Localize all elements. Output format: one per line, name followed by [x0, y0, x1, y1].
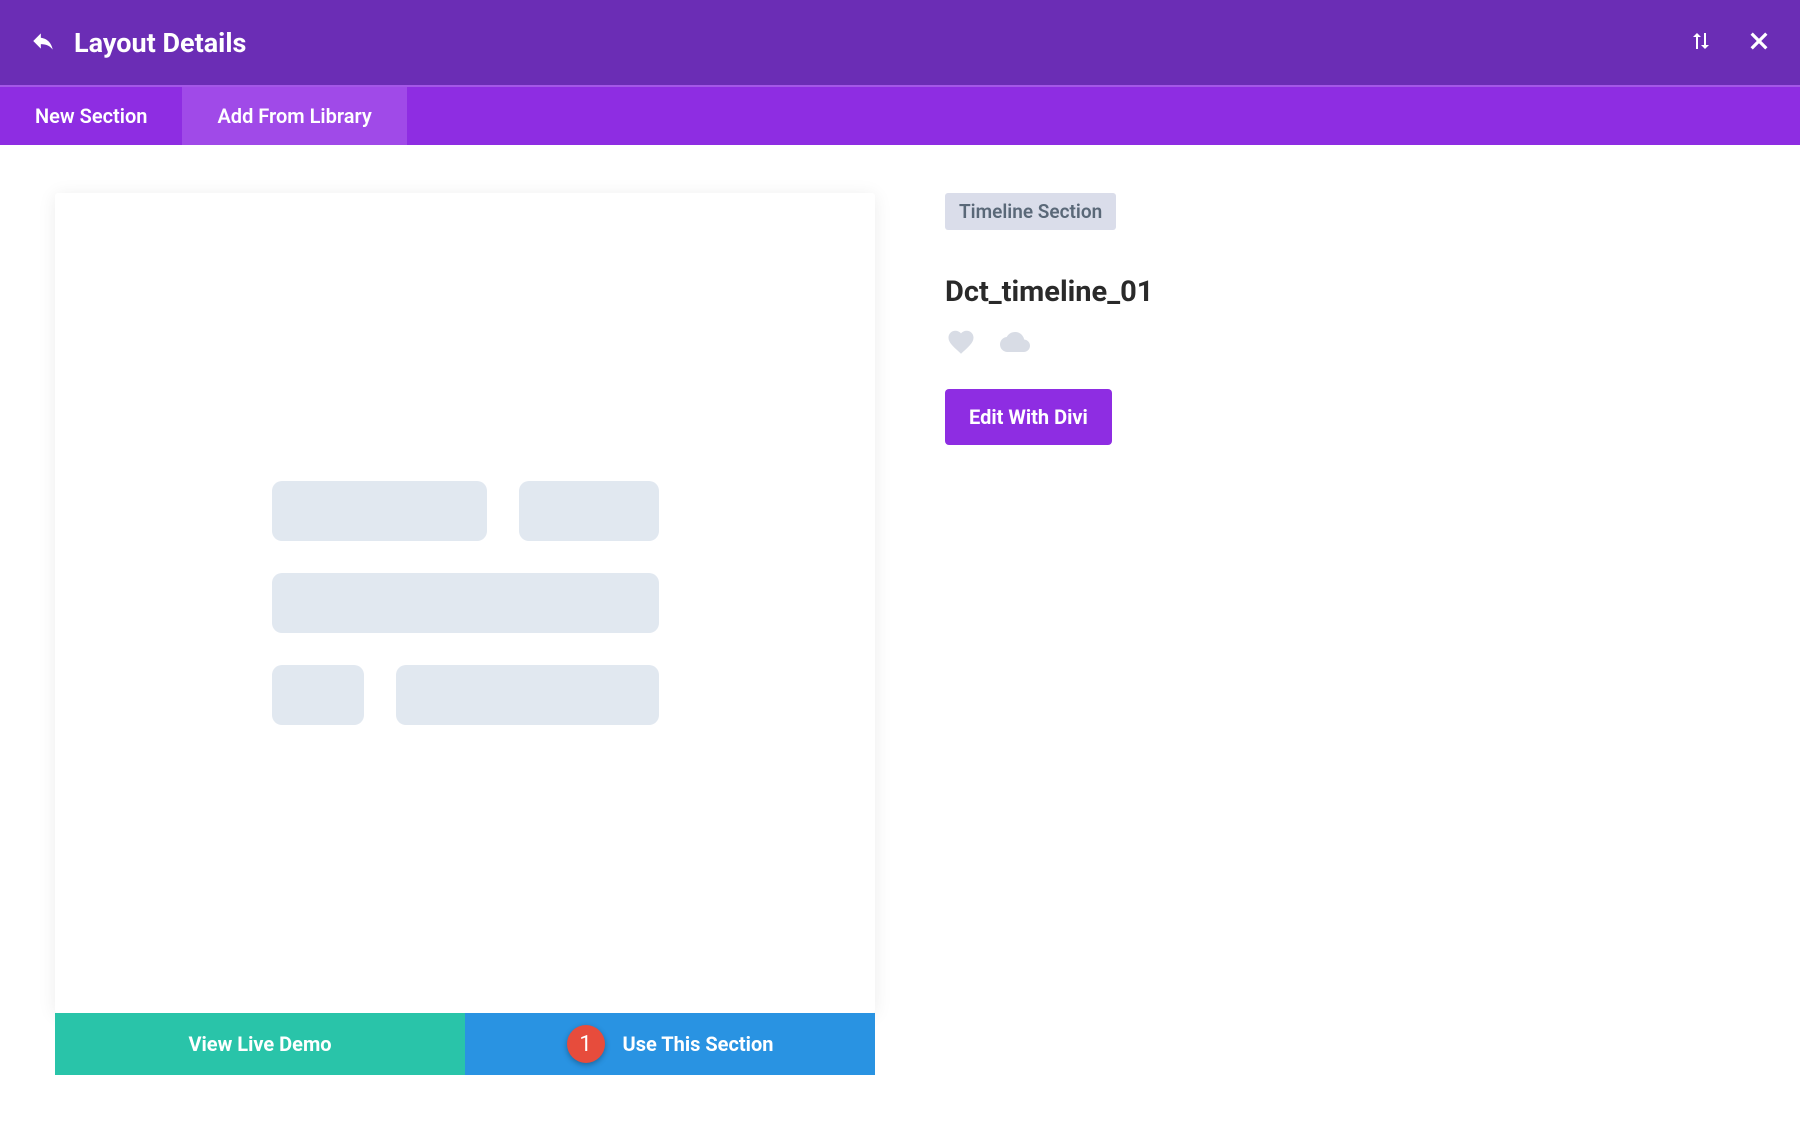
use-this-section-label: Use This Section	[623, 1032, 774, 1056]
tab-new-section[interactable]: New Section	[0, 87, 182, 145]
layout-title: Dct_timeline_01	[945, 275, 1745, 309]
edit-with-divi-button[interactable]: Edit With Divi	[945, 389, 1112, 445]
loading-skeleton	[272, 481, 659, 725]
skeleton-block	[519, 481, 659, 541]
back-icon[interactable]	[30, 28, 56, 58]
header-left: Layout Details	[30, 27, 246, 59]
heart-icon[interactable]	[945, 327, 977, 361]
tabs-bar: New Section Add From Library	[0, 85, 1800, 145]
sort-arrows-icon[interactable]	[1689, 29, 1713, 57]
use-this-section-button[interactable]: 1 Use This Section	[465, 1013, 875, 1075]
skeleton-block	[272, 665, 364, 725]
meta-icons	[945, 327, 1745, 361]
cloud-icon[interactable]	[995, 327, 1035, 361]
category-tag[interactable]: Timeline Section	[945, 193, 1116, 230]
content-area: View Live Demo 1 Use This Section Timeli…	[0, 145, 1800, 1123]
header-right	[1689, 29, 1770, 57]
close-icon[interactable]	[1748, 30, 1770, 56]
skeleton-block	[396, 665, 659, 725]
preview-card	[55, 193, 875, 1013]
details-column: Timeline Section Dct_timeline_01 Edit Wi…	[945, 193, 1745, 1075]
step-badge: 1	[567, 1025, 605, 1063]
page-title: Layout Details	[74, 27, 246, 59]
skeleton-block	[272, 481, 487, 541]
page-header: Layout Details	[0, 0, 1800, 85]
skeleton-block	[272, 573, 659, 633]
preview-actions: View Live Demo 1 Use This Section	[55, 1013, 875, 1075]
preview-column: View Live Demo 1 Use This Section	[55, 193, 875, 1075]
tab-add-from-library[interactable]: Add From Library	[182, 87, 406, 145]
view-live-demo-button[interactable]: View Live Demo	[55, 1013, 465, 1075]
